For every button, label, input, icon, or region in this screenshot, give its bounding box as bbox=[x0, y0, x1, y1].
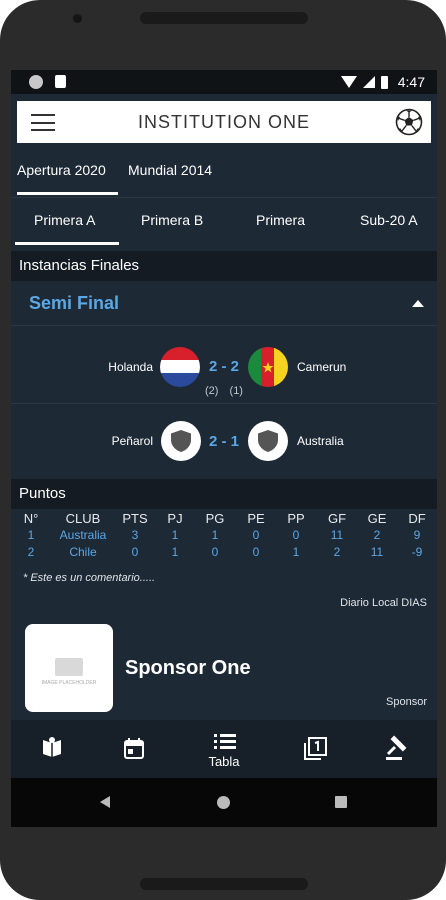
cell-gf: 2 bbox=[333, 545, 341, 559]
gavel-icon[interactable] bbox=[381, 734, 411, 764]
status-time: 4:47 bbox=[397, 74, 425, 90]
tab-apertura-2020[interactable]: Apertura 2020 bbox=[17, 162, 106, 178]
division-tabs: Primera A Primera B Primera Sub-20 A bbox=[11, 197, 437, 247]
recent-apps-icon[interactable] bbox=[335, 796, 347, 808]
column-header: GF bbox=[327, 511, 347, 526]
tab-indicator bbox=[17, 192, 118, 195]
wifi-icon bbox=[340, 76, 357, 88]
calendar-icon[interactable] bbox=[119, 734, 149, 764]
away-team: Camerun bbox=[297, 360, 347, 374]
filter-1-icon[interactable] bbox=[300, 734, 330, 764]
cell-pg: 0 bbox=[211, 545, 219, 559]
tab-sub-20-a[interactable]: Sub-20 A bbox=[360, 212, 418, 228]
points-heading: Puntos bbox=[11, 479, 437, 509]
notification-dot-icon bbox=[29, 75, 43, 89]
column-header: DF bbox=[408, 511, 426, 526]
app-screen: 4:47 INSTITUTION ONE Apertura 2020 Mundi… bbox=[11, 70, 437, 827]
cell-pe: 0 bbox=[252, 545, 260, 559]
table-header: N° CLUB PTS PJ PG PE PP GF GE DF bbox=[11, 511, 437, 528]
status-bar: 4:47 bbox=[11, 70, 437, 94]
cell-pts: 0 bbox=[131, 545, 139, 559]
back-icon[interactable] bbox=[100, 796, 110, 808]
cell-pj: 1 bbox=[171, 528, 179, 542]
table-row[interactable]: 1 Australia 3 1 1 0 0 11 2 9 bbox=[11, 528, 437, 545]
club-shield-icon bbox=[161, 421, 201, 461]
tab-primera-a[interactable]: Primera A bbox=[34, 212, 95, 228]
cell-df: -9 bbox=[411, 545, 423, 559]
cell-club: Chile bbox=[69, 545, 97, 559]
bottom-speaker bbox=[140, 878, 308, 890]
column-header: N° bbox=[23, 511, 39, 526]
cell-position: 1 bbox=[27, 528, 35, 542]
away-penalties: (1) bbox=[229, 385, 243, 397]
bottom-navigation: Tabla bbox=[11, 720, 437, 778]
cell-pg: 1 bbox=[211, 528, 219, 542]
collapse-caret-icon[interactable] bbox=[412, 300, 424, 307]
points-table: N° CLUB PTS PJ PG PE PP GF GE DF 1 Austr… bbox=[11, 511, 437, 562]
signal-icon bbox=[362, 76, 375, 88]
club-shield-icon bbox=[248, 421, 288, 461]
home-penalties: (2) bbox=[205, 385, 219, 397]
cell-pj: 1 bbox=[171, 545, 179, 559]
tab-primera[interactable]: Primera bbox=[256, 212, 305, 228]
cell-pp: 0 bbox=[292, 528, 300, 542]
column-header: PJ bbox=[167, 511, 183, 526]
cell-gf: 11 bbox=[330, 528, 344, 542]
column-header: PG bbox=[205, 511, 225, 526]
nav-label-tabla[interactable]: Tabla bbox=[195, 754, 253, 769]
sponsor-tag: Sponsor bbox=[386, 696, 427, 708]
cell-position: 2 bbox=[27, 545, 35, 559]
cell-pts: 3 bbox=[131, 528, 139, 542]
table-source: Diario Local DIAS bbox=[340, 597, 427, 609]
cell-df: 9 bbox=[413, 528, 421, 542]
column-header: PE bbox=[247, 511, 265, 526]
match-row[interactable]: Peñarol 2 - 1 Australia bbox=[11, 404, 437, 478]
app-bar: INSTITUTION ONE bbox=[17, 101, 431, 143]
phone-frame: 4:47 INSTITUTION ONE Apertura 2020 Mundi… bbox=[0, 0, 446, 900]
app-title: INSTITUTION ONE bbox=[138, 112, 310, 132]
tab-indicator bbox=[15, 242, 119, 245]
column-header: PP bbox=[287, 511, 305, 526]
cell-pe: 0 bbox=[252, 528, 260, 542]
home-team: Peñarol bbox=[111, 434, 153, 448]
book-icon[interactable] bbox=[37, 734, 67, 764]
cameroon-flag-icon bbox=[248, 347, 288, 387]
cell-ge: 2 bbox=[373, 528, 381, 542]
column-header: PTS bbox=[122, 511, 148, 526]
penalties: (2) (1) bbox=[191, 385, 257, 397]
cell-ge: 11 bbox=[370, 545, 384, 559]
semi-final-expander[interactable]: Semi Final bbox=[11, 282, 437, 326]
front-camera bbox=[73, 14, 82, 23]
status-icons: 4:47 bbox=[340, 74, 425, 90]
tab-primera-b[interactable]: Primera B bbox=[141, 212, 203, 228]
speaker-grille bbox=[140, 12, 308, 24]
away-team: Australia bbox=[297, 434, 344, 448]
match-score: 2 - 2 bbox=[208, 358, 239, 375]
sponsor-image[interactable]: IMAGE PLACEHOLDER bbox=[25, 624, 113, 712]
sd-card-icon bbox=[55, 75, 66, 88]
image-placeholder-text: IMAGE PLACEHOLDER bbox=[41, 680, 97, 686]
column-header: CLUB bbox=[65, 511, 101, 526]
battery-icon bbox=[380, 75, 388, 89]
system-navigation-bar bbox=[11, 778, 437, 827]
finals-heading: Instancias Finales bbox=[11, 251, 437, 281]
image-placeholder-icon bbox=[55, 658, 83, 676]
match-row[interactable]: Holanda 2 - 2 Camerun (2) (1) bbox=[11, 327, 437, 401]
home-team: Holanda bbox=[108, 360, 153, 374]
tab-mundial-2014[interactable]: Mundial 2014 bbox=[128, 162, 212, 178]
home-icon[interactable] bbox=[217, 796, 230, 809]
stage-label: Semi Final bbox=[29, 293, 120, 313]
table-row[interactable]: 2 Chile 0 1 0 0 1 2 11 -9 bbox=[11, 545, 437, 562]
cell-club: Australia bbox=[59, 528, 107, 542]
column-header: GE bbox=[367, 511, 387, 526]
netherlands-flag-icon bbox=[160, 347, 200, 387]
tournament-tabs: Apertura 2020 Mundial 2014 bbox=[11, 154, 437, 196]
sponsor-name[interactable]: Sponsor One bbox=[125, 657, 251, 680]
soccer-ball-icon[interactable] bbox=[395, 108, 423, 136]
cell-pp: 1 bbox=[292, 545, 300, 559]
table-comment: * Este es un comentario..... bbox=[23, 572, 156, 584]
match-score: 2 - 1 bbox=[208, 433, 239, 450]
